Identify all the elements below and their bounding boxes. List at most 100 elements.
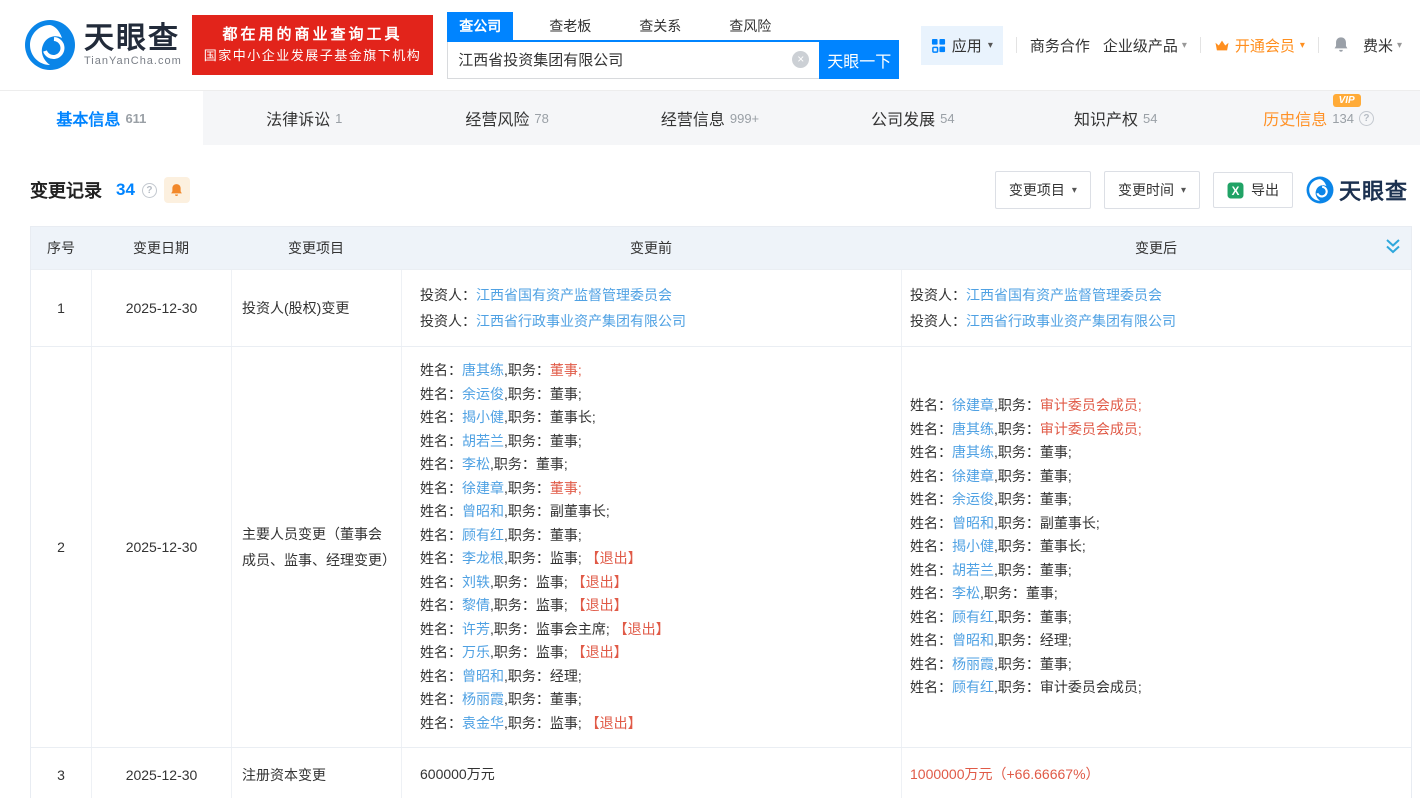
- name-label: 姓名：: [420, 456, 462, 472]
- company-tab-6[interactable]: 历史信息134VIP?: [1217, 91, 1420, 145]
- company-tab-3[interactable]: 经营信息999+: [609, 91, 812, 145]
- chevron-down-icon: ▾: [1300, 40, 1305, 51]
- person-name-link[interactable]: 许芳: [462, 621, 490, 637]
- search-input[interactable]: [448, 51, 792, 68]
- person-name-link[interactable]: 唐其练: [952, 444, 994, 460]
- search-area: 查公司查老板查关系查风险 × 天眼一下: [447, 12, 899, 79]
- person-name-link[interactable]: 黎倩: [462, 597, 490, 613]
- filter-change-item-button[interactable]: 变更项目 ▾: [995, 171, 1091, 209]
- person-name-link[interactable]: 杨丽霞: [462, 691, 504, 707]
- search-tab-0[interactable]: 查公司: [447, 12, 513, 40]
- divider: [1318, 37, 1319, 53]
- change-date-cell: 2025-12-30: [91, 748, 231, 798]
- filter-change-time-button[interactable]: 变更时间 ▾: [1104, 171, 1200, 209]
- person-line: 姓名：徐建章,职务：审计委员会成员;: [910, 394, 1411, 418]
- company-tab-count: 1: [335, 111, 342, 126]
- nav-enterprise-products[interactable]: 企业级产品 ▾: [1103, 35, 1187, 56]
- person-name-link[interactable]: 余运俊: [952, 491, 994, 507]
- person-name-link[interactable]: 顾有红: [952, 679, 994, 695]
- person-name-link[interactable]: 揭小健: [462, 409, 504, 425]
- investor-link[interactable]: 江西省行政事业资产集团有限公司: [476, 313, 686, 329]
- company-tab-label: 经营信息: [661, 106, 725, 130]
- search-tab-2[interactable]: 查关系: [627, 12, 693, 40]
- person-name-link[interactable]: 曾昭和: [952, 515, 994, 531]
- person-name-link[interactable]: 徐建章: [462, 480, 504, 496]
- search-tab-1[interactable]: 查老板: [537, 12, 603, 40]
- investor-label: 投资人：: [420, 313, 476, 329]
- person-name-link[interactable]: 杨丽霞: [952, 656, 994, 672]
- role-label: ,职务：: [994, 444, 1040, 460]
- company-tab-label: 法律诉讼: [266, 106, 330, 130]
- person-name-link[interactable]: 胡若兰: [462, 433, 504, 449]
- search-tab-3[interactable]: 查风险: [717, 12, 783, 40]
- role-value: 董事;: [550, 527, 582, 543]
- investor-label: 投资人：: [420, 287, 476, 303]
- person-name-link[interactable]: 万乐: [462, 644, 490, 660]
- person-name-link[interactable]: 李松: [462, 456, 490, 472]
- nav-open-membership[interactable]: 开通会员 ▾: [1214, 35, 1305, 56]
- person-line: 姓名：杨丽霞,职务：董事;: [910, 653, 1411, 677]
- notification-bell-icon[interactable]: [1332, 36, 1350, 54]
- after-change-cell: 投资人：江西省国有资产监督管理委员会投资人：江西省行政事业资产集团有限公司: [901, 270, 1411, 346]
- person-name-link[interactable]: 揭小健: [952, 538, 994, 554]
- bell-icon: [169, 183, 184, 198]
- person-name-link[interactable]: 袁金华: [462, 715, 504, 731]
- person-name-link[interactable]: 曾昭和: [462, 503, 504, 519]
- nav-open-membership-label: 开通会员: [1235, 35, 1295, 56]
- person-line: 姓名：唐其练,职务：董事;: [910, 441, 1411, 465]
- name-label: 姓名：: [910, 609, 952, 625]
- role-label: ,职务：: [490, 574, 536, 590]
- person-line: 姓名：李松,职务：董事;: [420, 453, 901, 477]
- tianyancha-logo[interactable]: 天眼查 TianYanCha.com: [24, 19, 182, 71]
- name-label: 姓名：: [910, 585, 952, 601]
- divider: [1200, 37, 1201, 53]
- export-button[interactable]: X 导出: [1213, 172, 1293, 208]
- after-change-cell: 1000000万元（+66.66667%）: [901, 748, 1411, 798]
- search-tabs: 查公司查老板查关系查风险: [447, 12, 899, 40]
- investor-link[interactable]: 江西省国有资产监督管理委员会: [966, 287, 1162, 303]
- person-name-link[interactable]: 胡若兰: [952, 562, 994, 578]
- investor-link[interactable]: 江西省行政事业资产集团有限公司: [966, 313, 1176, 329]
- person-name-link[interactable]: 李松: [952, 585, 980, 601]
- person-name-link[interactable]: 曾昭和: [952, 632, 994, 648]
- company-tab-4[interactable]: 公司发展54: [811, 91, 1014, 145]
- investor-link[interactable]: 江西省国有资产监督管理委员会: [476, 287, 672, 303]
- person-line: 姓名：胡若兰,职务：董事;: [910, 559, 1411, 583]
- table-header-row: 序号变更日期变更项目变更前变更后: [31, 227, 1411, 269]
- investor-line: 投资人：江西省行政事业资产集团有限公司: [910, 308, 1411, 334]
- nav-business-cooperation[interactable]: 商务合作: [1030, 35, 1090, 56]
- after-change-cell: 姓名：徐建章,职务：审计委员会成员;姓名：唐其练,职务：审计委员会成员;姓名：唐…: [901, 347, 1411, 747]
- help-icon[interactable]: ?: [142, 183, 157, 198]
- person-name-link[interactable]: 徐建章: [952, 468, 994, 484]
- person-name-link[interactable]: 唐其练: [952, 421, 994, 437]
- double-chevron-down-icon[interactable]: [1385, 239, 1401, 254]
- nav-user-menu[interactable]: 费米 ▾: [1363, 35, 1402, 56]
- person-name-link[interactable]: 余运俊: [462, 386, 504, 402]
- column-header-4: 变更后: [901, 227, 1411, 269]
- column-header-1: 变更日期: [91, 227, 231, 269]
- change-date-cell: 2025-12-30: [91, 347, 231, 747]
- company-tab-label: 基本信息: [56, 106, 120, 130]
- role-value: 副董事长;: [1040, 515, 1100, 531]
- nav-business-cooperation-label: 商务合作: [1030, 35, 1090, 56]
- person-name-link[interactable]: 顾有红: [462, 527, 504, 543]
- person-name-link[interactable]: 唐其练: [462, 362, 504, 378]
- section-title: 变更记录: [30, 177, 102, 203]
- person-name-link[interactable]: 曾昭和: [462, 668, 504, 684]
- company-tab-2[interactable]: 经营风险78: [406, 91, 609, 145]
- role-label: ,职务：: [490, 621, 536, 637]
- clear-search-icon[interactable]: ×: [792, 51, 809, 68]
- before-change-cell: 姓名：唐其练,职务：董事;姓名：余运俊,职务：董事;姓名：揭小健,职务：董事长;…: [401, 347, 901, 747]
- apps-menu-button[interactable]: 应用 ▾: [921, 26, 1003, 65]
- help-icon[interactable]: ?: [1359, 111, 1374, 126]
- monitor-bell-button[interactable]: [164, 177, 190, 203]
- person-name-link[interactable]: 刘轶: [462, 574, 490, 590]
- person-name-link[interactable]: 李龙根: [462, 550, 504, 566]
- person-name-link[interactable]: 顾有红: [952, 609, 994, 625]
- person-name-link[interactable]: 徐建章: [952, 397, 994, 413]
- company-tab-0[interactable]: 基本信息611: [0, 91, 203, 145]
- search-button[interactable]: 天眼一下: [819, 42, 899, 79]
- company-tab-1[interactable]: 法律诉讼 1: [203, 91, 406, 145]
- company-tab-5[interactable]: 知识产权54: [1014, 91, 1217, 145]
- name-label: 姓名：: [420, 621, 462, 637]
